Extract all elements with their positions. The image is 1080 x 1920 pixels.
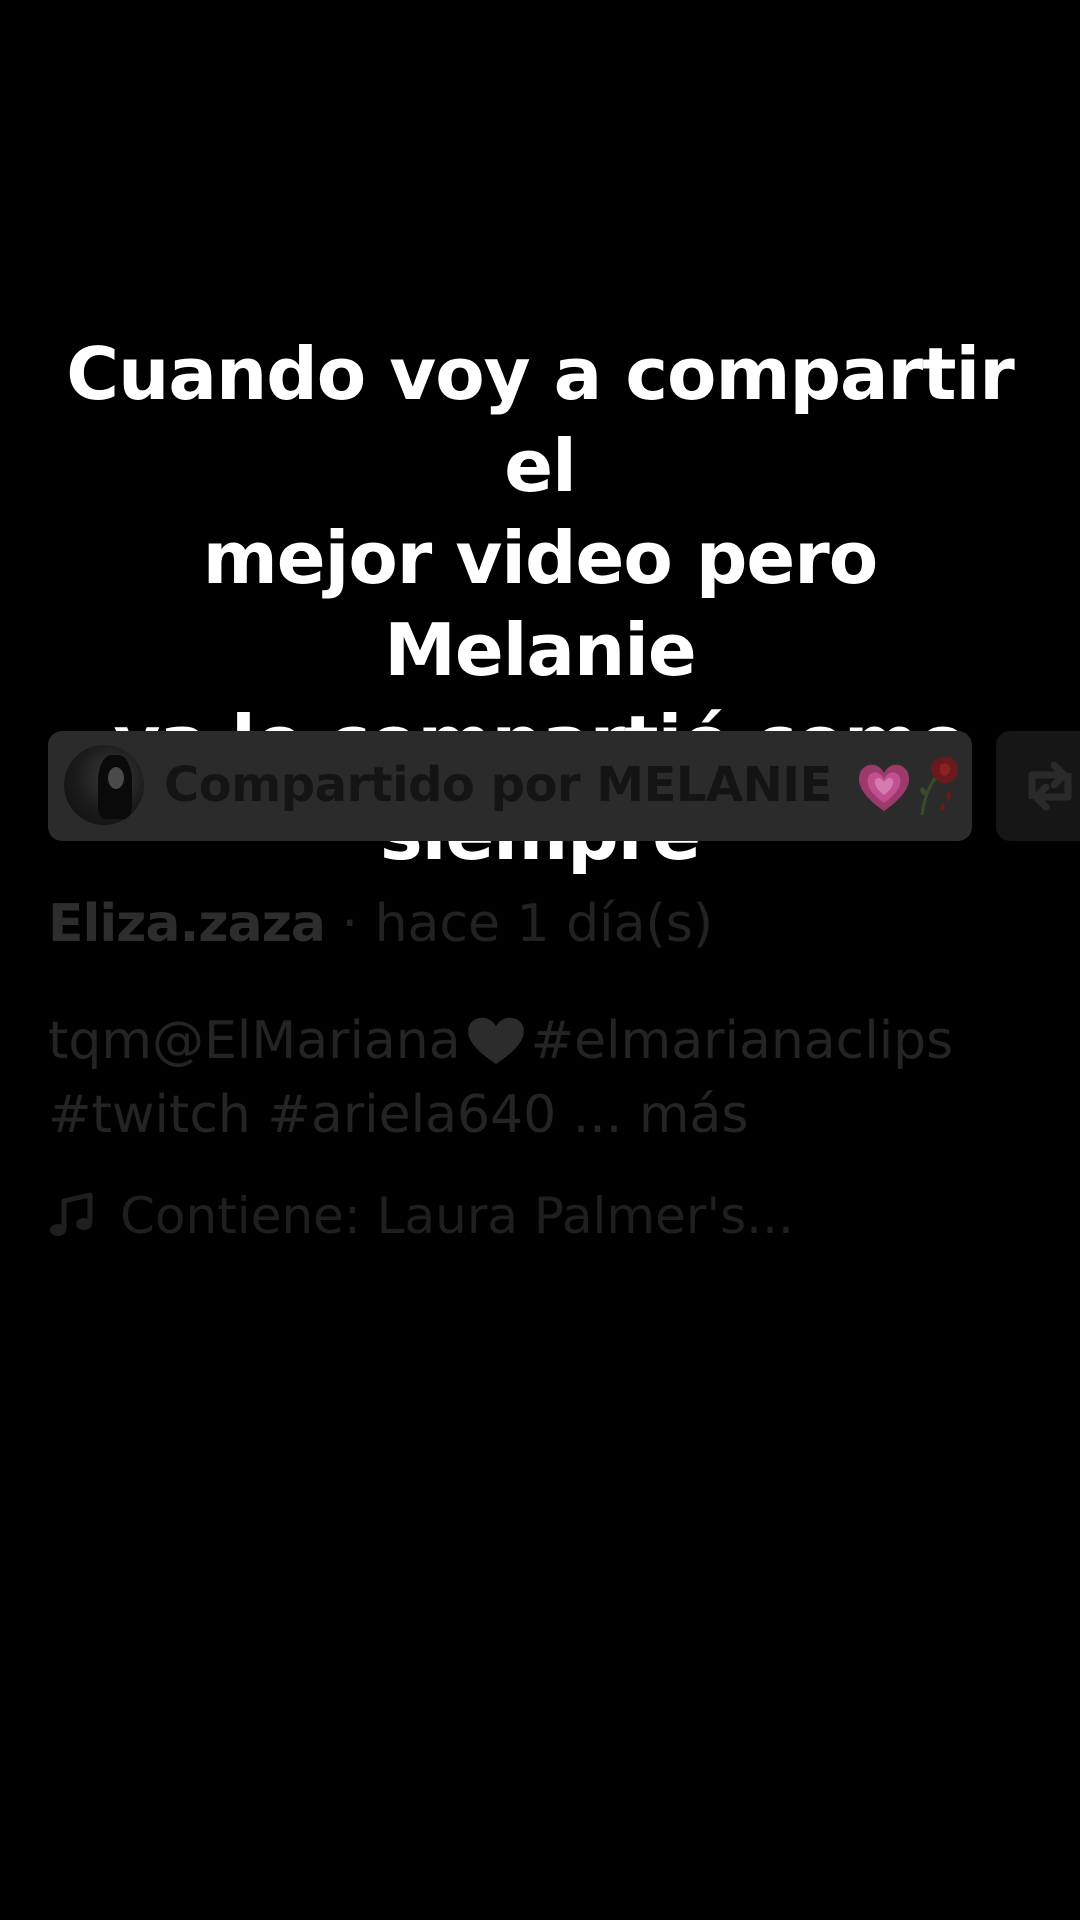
music-note-icon	[50, 1192, 93, 1236]
avatar[interactable]	[64, 745, 144, 825]
more-link[interactable]: más	[639, 1085, 749, 1145]
description-hashtags[interactable]: #twitch #ariela640	[48, 1085, 556, 1145]
description-hashtag[interactable]: #elmarianaclips	[531, 1011, 954, 1071]
music-info[interactable]: Contiene: Laura Palmer's...	[48, 1184, 794, 1248]
author-name[interactable]: Eliza.zaza	[48, 894, 326, 954]
repost-button[interactable]	[996, 731, 1080, 841]
post-meta: Eliza.zaza · hace 1 día(s)	[48, 892, 713, 956]
wilted-rose-icon	[920, 756, 958, 816]
music-track-label: Contiene: Laura Palmer's...	[120, 1187, 794, 1245]
shared-by-banner[interactable]: Compartido por MELANIE	[48, 731, 972, 841]
description-mention[interactable]: tqm@ElMariana	[48, 1011, 461, 1071]
caption-line-1: Cuando voy a compartir el	[66, 332, 1014, 508]
pink-heart-icon	[859, 764, 909, 811]
caption-line-2: mejor video pero Melanie	[202, 516, 878, 692]
dark-heart-icon	[467, 1017, 524, 1064]
meta-separator: ·	[341, 894, 359, 954]
shared-by-label: Compartido por MELANIE	[164, 757, 832, 813]
post-description: tqm@ElMariana #elmarianaclips #twitch #ar…	[48, 1004, 1058, 1152]
repost-icon	[1028, 761, 1072, 811]
description-ellipsis: ...	[572, 1085, 623, 1145]
post-time: hace 1 día(s)	[374, 894, 714, 954]
